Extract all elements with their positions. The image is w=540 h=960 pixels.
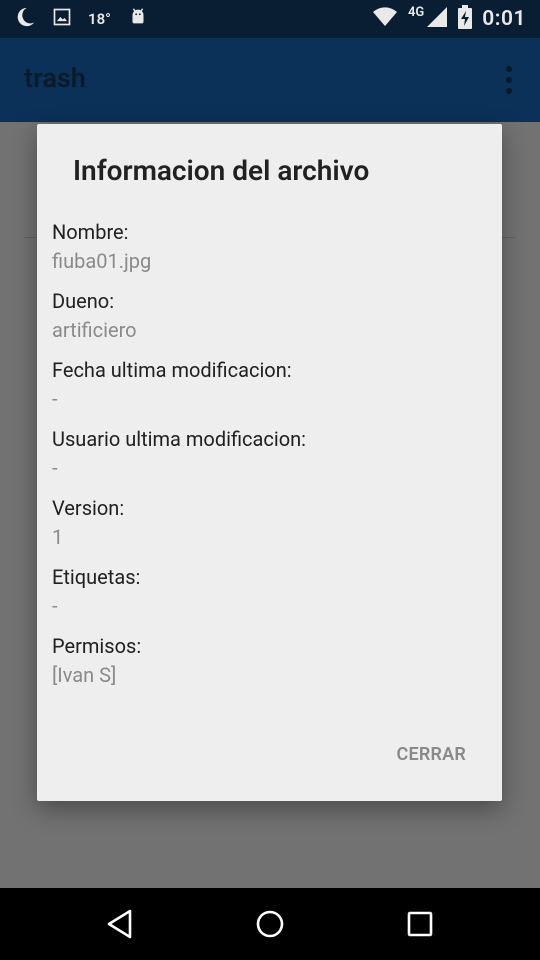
- status-left: 18°: [14, 6, 149, 32]
- field-value: -: [52, 456, 58, 480]
- field-usuario-modificacion: Usuario ultima modificacion: -: [52, 427, 306, 480]
- field-label: Usuario ultima modificacion:: [52, 427, 307, 451]
- home-icon[interactable]: [252, 906, 288, 942]
- field-label: Etiquetas:: [52, 565, 141, 589]
- android-icon: [127, 6, 149, 32]
- field-value: fiuba01.jpg: [52, 249, 152, 273]
- recents-icon[interactable]: [402, 906, 438, 942]
- status-right: 4G 0:01: [372, 4, 526, 33]
- overflow-menu-icon[interactable]: [504, 66, 514, 94]
- field-value: -: [52, 387, 58, 411]
- temperature-text: 18°: [88, 10, 111, 28]
- network-type-text: 4G: [407, 4, 425, 20]
- moon-icon: [14, 6, 36, 32]
- field-label: Permisos:: [52, 634, 142, 658]
- dialog-title: Informacion del archivo: [73, 154, 370, 187]
- image-icon: [52, 7, 72, 31]
- status-bar: 18° 4G 0:01: [0, 0, 540, 38]
- field-label: Nombre:: [52, 220, 129, 244]
- field-dueno: Dueno: artificiero: [52, 289, 137, 342]
- field-etiquetas: Etiquetas: -: [52, 565, 140, 618]
- app-bar: trash: [0, 38, 540, 122]
- field-value: artificiero: [52, 318, 137, 342]
- navigation-bar: [0, 888, 540, 960]
- signal-icon: [426, 6, 448, 32]
- clock-text: 0:01: [482, 7, 526, 31]
- field-value: -: [52, 594, 58, 618]
- field-version: Version: 1: [52, 496, 124, 549]
- field-fecha-modificacion: Fecha ultima modificacion: -: [52, 358, 292, 411]
- field-value: [Ivan S]: [52, 663, 117, 687]
- file-info-dialog: Informacion del archivo Nombre: fiuba01.…: [37, 124, 502, 801]
- battery-charging-icon: [458, 5, 473, 33]
- field-nombre: Nombre: fiuba01.jpg: [52, 220, 151, 273]
- field-permisos: Permisos: [Ivan S]: [52, 634, 141, 687]
- field-value: 1: [52, 525, 64, 549]
- back-icon[interactable]: [102, 906, 138, 942]
- field-label: Fecha ultima modificacion:: [52, 358, 292, 382]
- close-button[interactable]: CERRAR: [397, 744, 466, 765]
- app-title: trash: [24, 62, 86, 94]
- field-label: Dueno:: [52, 289, 115, 313]
- field-label: Version:: [52, 496, 125, 520]
- wifi-icon: [372, 6, 398, 32]
